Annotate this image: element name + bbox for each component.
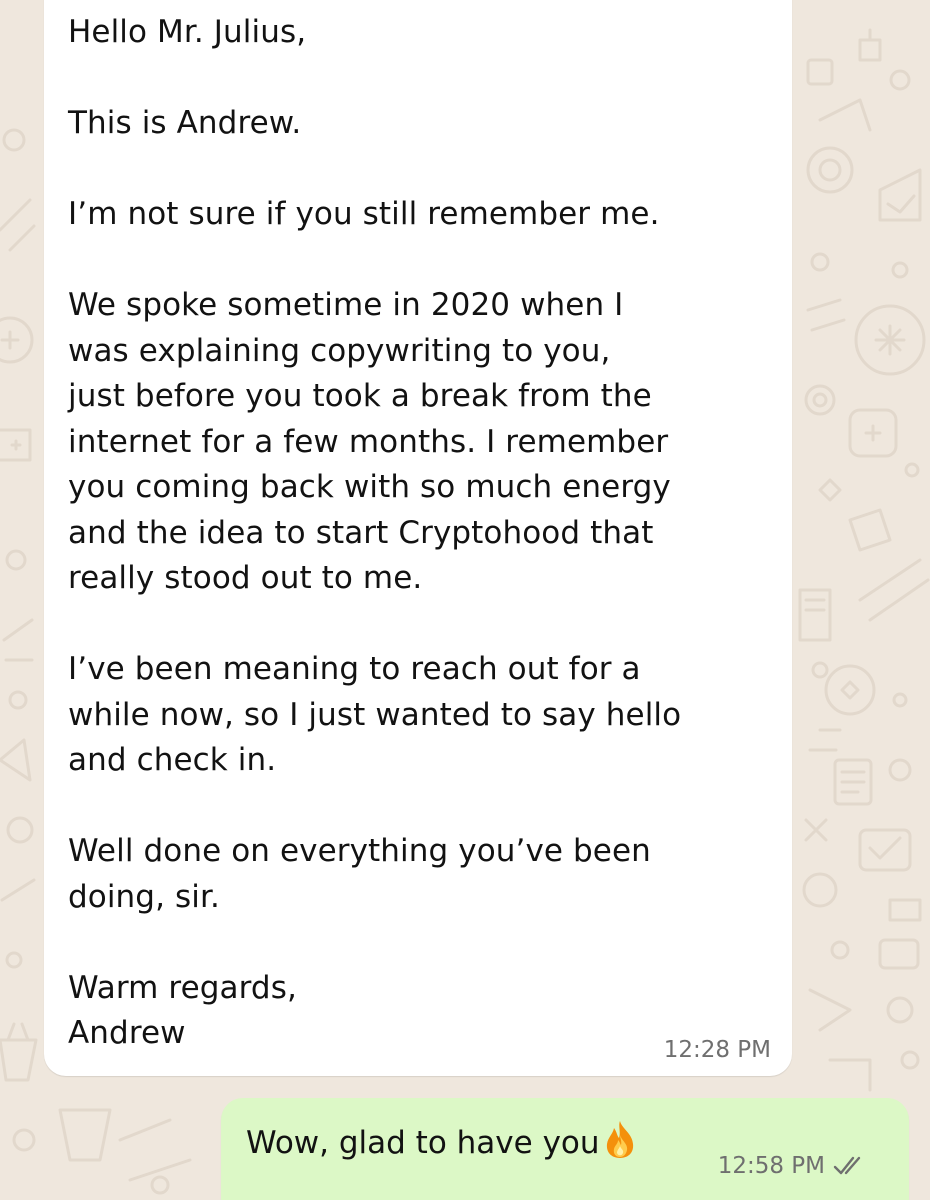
fire-icon bbox=[602, 1119, 638, 1159]
incoming-message-time: 12:28 PM bbox=[663, 1037, 771, 1063]
message-line: I’m not sure if you still remember me. bbox=[68, 196, 660, 232]
message-line: and check in. bbox=[68, 742, 277, 778]
message-line: while now, so I just wanted to say hello bbox=[68, 696, 682, 733]
outgoing-message-time: 12:58 PM bbox=[717, 1153, 825, 1179]
double-check-icon bbox=[833, 1155, 867, 1177]
message-line bbox=[68, 56, 768, 102]
incoming-message-text: Hello Mr. Julius, This is Andrew. I’m no… bbox=[68, 10, 768, 1057]
message-line: Well done on everything you’ve been bbox=[68, 833, 651, 869]
message-line: just before you took a break from the bbox=[68, 378, 652, 414]
message-line: was explaining copywriting to you, bbox=[68, 332, 611, 369]
outgoing-message-bubble[interactable]: Wow, glad to have you 12:58 PM bbox=[221, 1098, 909, 1200]
message-line bbox=[68, 147, 768, 193]
incoming-message-bubble[interactable]: Hello Mr. Julius, This is Andrew. I’m no… bbox=[44, 0, 792, 1076]
message-line: doing, sir. bbox=[68, 878, 220, 915]
outgoing-message-text: Wow, glad to have you bbox=[246, 1125, 600, 1161]
message-line: you coming back with so much energy bbox=[68, 469, 671, 505]
message-line: Hello Mr. Julius, bbox=[68, 14, 307, 50]
message-line: internet for a few months. I remember bbox=[68, 423, 669, 460]
message-line: We spoke sometime in 2020 when I bbox=[68, 287, 624, 323]
message-line bbox=[68, 784, 768, 830]
message-line: really stood out to me. bbox=[68, 560, 423, 596]
message-line: I’ve been meaning to reach out for a bbox=[68, 651, 641, 687]
message-line: and the idea to start Cryptohood that bbox=[68, 514, 654, 551]
outgoing-message-text-row: Wow, glad to have you bbox=[246, 1119, 638, 1165]
message-line bbox=[68, 602, 768, 648]
message-line bbox=[68, 238, 768, 284]
message-line: This is Andrew. bbox=[68, 105, 302, 141]
message-line bbox=[68, 920, 768, 966]
message-line: Warm regards, bbox=[68, 969, 297, 1006]
outgoing-message-meta: 12:58 PM bbox=[718, 1153, 867, 1179]
